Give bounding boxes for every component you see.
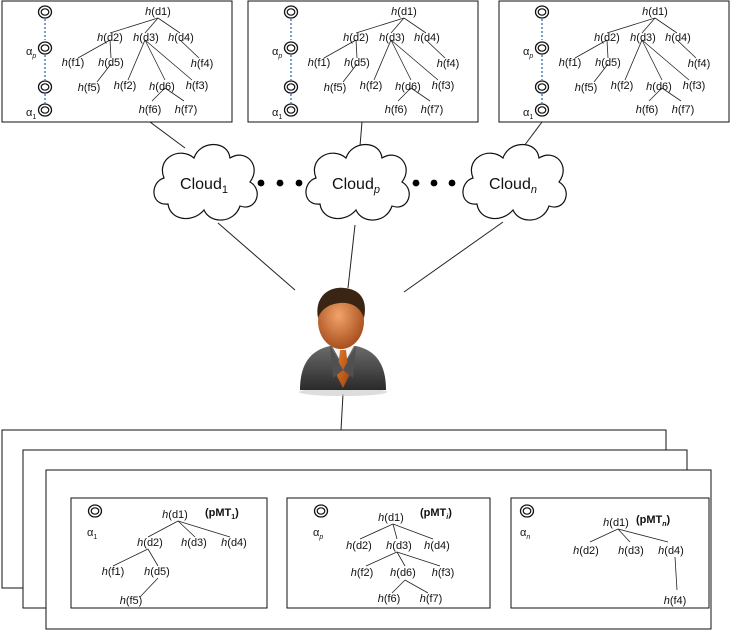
pmt-panel-3: αn(pMTn)h(d1)h(d2) h(d3) h(d4)h(f4) [510,497,710,609]
node-d2: h(d2) [137,537,163,549]
node-f2: h(f2) [360,80,383,92]
node-d3: h(d3) [618,545,644,557]
node-d3: h(d3) [133,32,159,44]
node-f7: h(f7) [420,593,443,605]
pmt-panel-1: α1(pMT1)h(d1)h(d2) h(d3) h(d4)h(f1) h(d5)h(… [70,497,268,609]
node-d2: h(d2) [346,540,372,552]
storage-panel-2: αpα1h(d1)h(d2) h(d3) h(d4)h(f1) h(d5) h(f4)h… [247,0,479,123]
node-d2: h(d2) [97,32,123,44]
cloud-2: Cloudp [305,144,410,221]
node-d6: h(d6) [646,81,672,93]
user-avatar-icon [299,287,387,396]
node-d2: h(d2) [343,32,369,44]
node-f7: h(f7) [672,104,695,116]
node-f1: h(f1) [102,566,125,578]
node-f4: h(f4) [437,58,460,70]
node-d4: h(d4) [221,537,247,549]
node-d6: h(d6) [395,81,421,93]
node-d5: h(d5) [144,566,170,578]
node-f4: h(f4) [688,58,711,70]
diagram-canvas: αpα1h(d1)h(d2) h(d3) h(d4)h(f1) h(d5) h(f4)h… [1,0,730,630]
node-d4: h(d4) [424,540,450,552]
node-d5: h(d5) [344,57,370,69]
node-d1: h(d1) [162,509,188,521]
panel-cloud-connectors [149,121,543,149]
pmt-label: (pMTi) [420,507,452,521]
node-f5: h(f5) [575,82,598,94]
node-f1: h(f1) [62,57,85,69]
cloud-1: Cloud1 [153,144,258,221]
node-f4: h(f4) [664,595,687,607]
node-f7: h(f7) [421,104,444,116]
node-f3: h(f3) [432,567,455,579]
storage-panel-1: αpα1h(d1)h(d2) h(d3) h(d4)h(f1) h(d5) h(f4)h… [1,0,233,123]
node-d4: h(d4) [665,32,691,44]
node-d1: h(d1) [145,6,171,18]
node-d6: h(d6) [149,81,175,93]
pmt-panel-2: αp(pMTi)h(d1)h(d2) h(d3) h(d4)h(f2) h(d6) h(… [286,497,491,609]
node-d5: h(d5) [98,57,124,69]
node-f7: h(f7) [175,104,198,116]
node-f6: h(f6) [385,104,408,116]
node-f6: h(f6) [378,593,401,605]
node-f6: h(f6) [636,104,659,116]
node-d1: h(d1) [378,512,404,524]
cloud-3: Cloudn [462,144,567,221]
node-d2: h(d2) [573,545,599,557]
node-f5: h(f5) [78,82,101,94]
node-f3: h(f3) [186,80,209,92]
node-f1: h(f1) [559,57,582,69]
node-d1: h(d1) [603,517,629,529]
node-d6: h(d6) [390,567,416,579]
node-f5: h(f5) [120,595,143,607]
node-f2: h(f2) [114,80,137,92]
node-d4: h(d4) [168,32,194,44]
node-d4: h(d4) [414,32,440,44]
node-f6: h(f6) [139,104,162,116]
node-f2: h(f2) [351,567,374,579]
node-d3: h(d3) [379,32,405,44]
node-f2: h(f2) [611,80,634,92]
node-f5: h(f5) [324,82,347,94]
node-d3: h(d3) [630,32,656,44]
storage-panel-3: αpα1h(d1)h(d2) h(d3) h(d4)h(f1) h(d5) h(f4)h… [498,0,730,123]
node-d5: h(d5) [595,57,621,69]
node-d1: h(d1) [391,6,417,18]
node-d4: h(d4) [658,545,684,557]
node-d1: h(d1) [642,6,668,18]
node-f3: h(f3) [432,80,455,92]
node-d3: h(d3) [386,540,412,552]
node-d2: h(d2) [594,32,620,44]
node-d3: h(d3) [181,537,207,549]
node-f4: h(f4) [191,58,214,70]
node-f1: h(f1) [308,57,331,69]
node-f3: h(f3) [683,80,706,92]
